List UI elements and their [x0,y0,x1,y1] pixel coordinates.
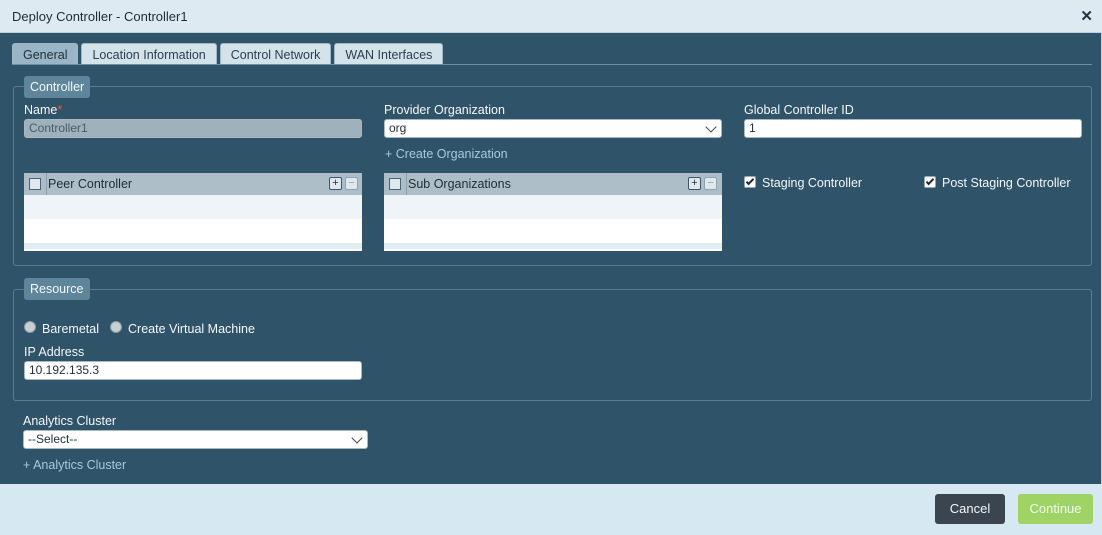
add-analytics-cluster-link[interactable]: + Analytics Cluster [23,458,126,472]
dialog-titlebar: Deploy Controller - Controller1 ✕ [0,0,1102,33]
tab-wan-interfaces[interactable]: WAN Interfaces [334,43,444,65]
provider-organization-select[interactable]: org [384,119,722,138]
peer-controller-grid-header: Peer Controller + − [24,173,362,195]
global-controller-id-input[interactable]: 1 [744,119,1082,138]
header-separator [46,173,47,195]
analytics-cluster-select[interactable]: --Select-- [23,430,368,449]
minus-icon[interactable]: − [704,177,717,190]
tab-control-network[interactable]: Control Network [219,43,332,65]
deploy-controller-dialog: Deploy Controller - Controller1 ✕ Genera… [0,0,1102,535]
analytics-cluster-value: --Select-- [28,432,78,446]
staging-controller-label: Staging Controller [762,176,863,190]
continue-button[interactable]: Continue [1018,494,1093,524]
grid-row [384,195,722,219]
check-icon [745,176,755,186]
grid-row [24,219,362,243]
analytics-cluster-label: Analytics Cluster [23,414,117,428]
sub-organizations-select-all-checkbox[interactable] [389,178,401,190]
peer-controller-select-all-checkbox[interactable] [29,178,41,190]
chevron-down-icon [705,121,717,133]
plus-icon[interactable]: + [329,177,342,190]
post-staging-controller-checkbox[interactable] [924,176,936,188]
name-label: Name* [24,103,63,117]
header-separator [406,173,407,195]
tab-location-information[interactable]: Location Information [81,43,217,65]
baremetal-label: Baremetal [42,322,99,336]
close-icon[interactable]: ✕ [1080,7,1093,25]
baremetal-radio[interactable] [24,321,36,333]
provider-organization-label: Provider Organization [384,103,505,117]
tab-general[interactable]: General [12,43,79,65]
sub-organizations-header-label: Sub Organizations [408,177,511,191]
name-input: Controller1 [24,119,362,138]
create-virtual-machine-radio[interactable] [110,321,122,333]
resource-section [13,289,1092,401]
check-icon [925,176,935,186]
grid-footer [24,243,362,249]
peer-controller-header-label: Peer Controller [48,177,133,191]
staging-controller-checkbox[interactable] [744,176,756,188]
grid-footer [384,243,722,249]
dialog-title: Deploy Controller - Controller1 [12,9,188,24]
ip-address-label: IP Address [24,345,85,359]
peer-controller-grid: Peer Controller + − [24,173,362,251]
provider-organization-value: org [389,121,407,135]
tab-bar: General Location Information Control Net… [12,43,446,65]
resource-legend: Resource [24,278,90,300]
sub-organizations-grid: Sub Organizations + − [384,173,722,251]
controller-legend: Controller [24,76,91,98]
grid-row [24,195,362,219]
cancel-button[interactable]: Cancel [935,494,1005,524]
ip-address-input[interactable]: 10.192.135.3 [24,361,362,380]
chevron-down-icon [351,432,363,444]
post-staging-controller-label: Post Staging Controller [942,176,1071,190]
global-controller-id-label: Global Controller ID [744,103,854,117]
plus-icon[interactable]: + [688,177,701,190]
required-mark: * [57,103,63,117]
minus-icon[interactable]: − [345,177,358,190]
create-virtual-machine-label: Create Virtual Machine [128,322,255,336]
grid-row [384,219,722,243]
sub-organizations-grid-header: Sub Organizations + − [384,173,722,195]
create-organization-link[interactable]: + Create Organization [385,147,508,161]
tab-underline [12,64,1092,65]
